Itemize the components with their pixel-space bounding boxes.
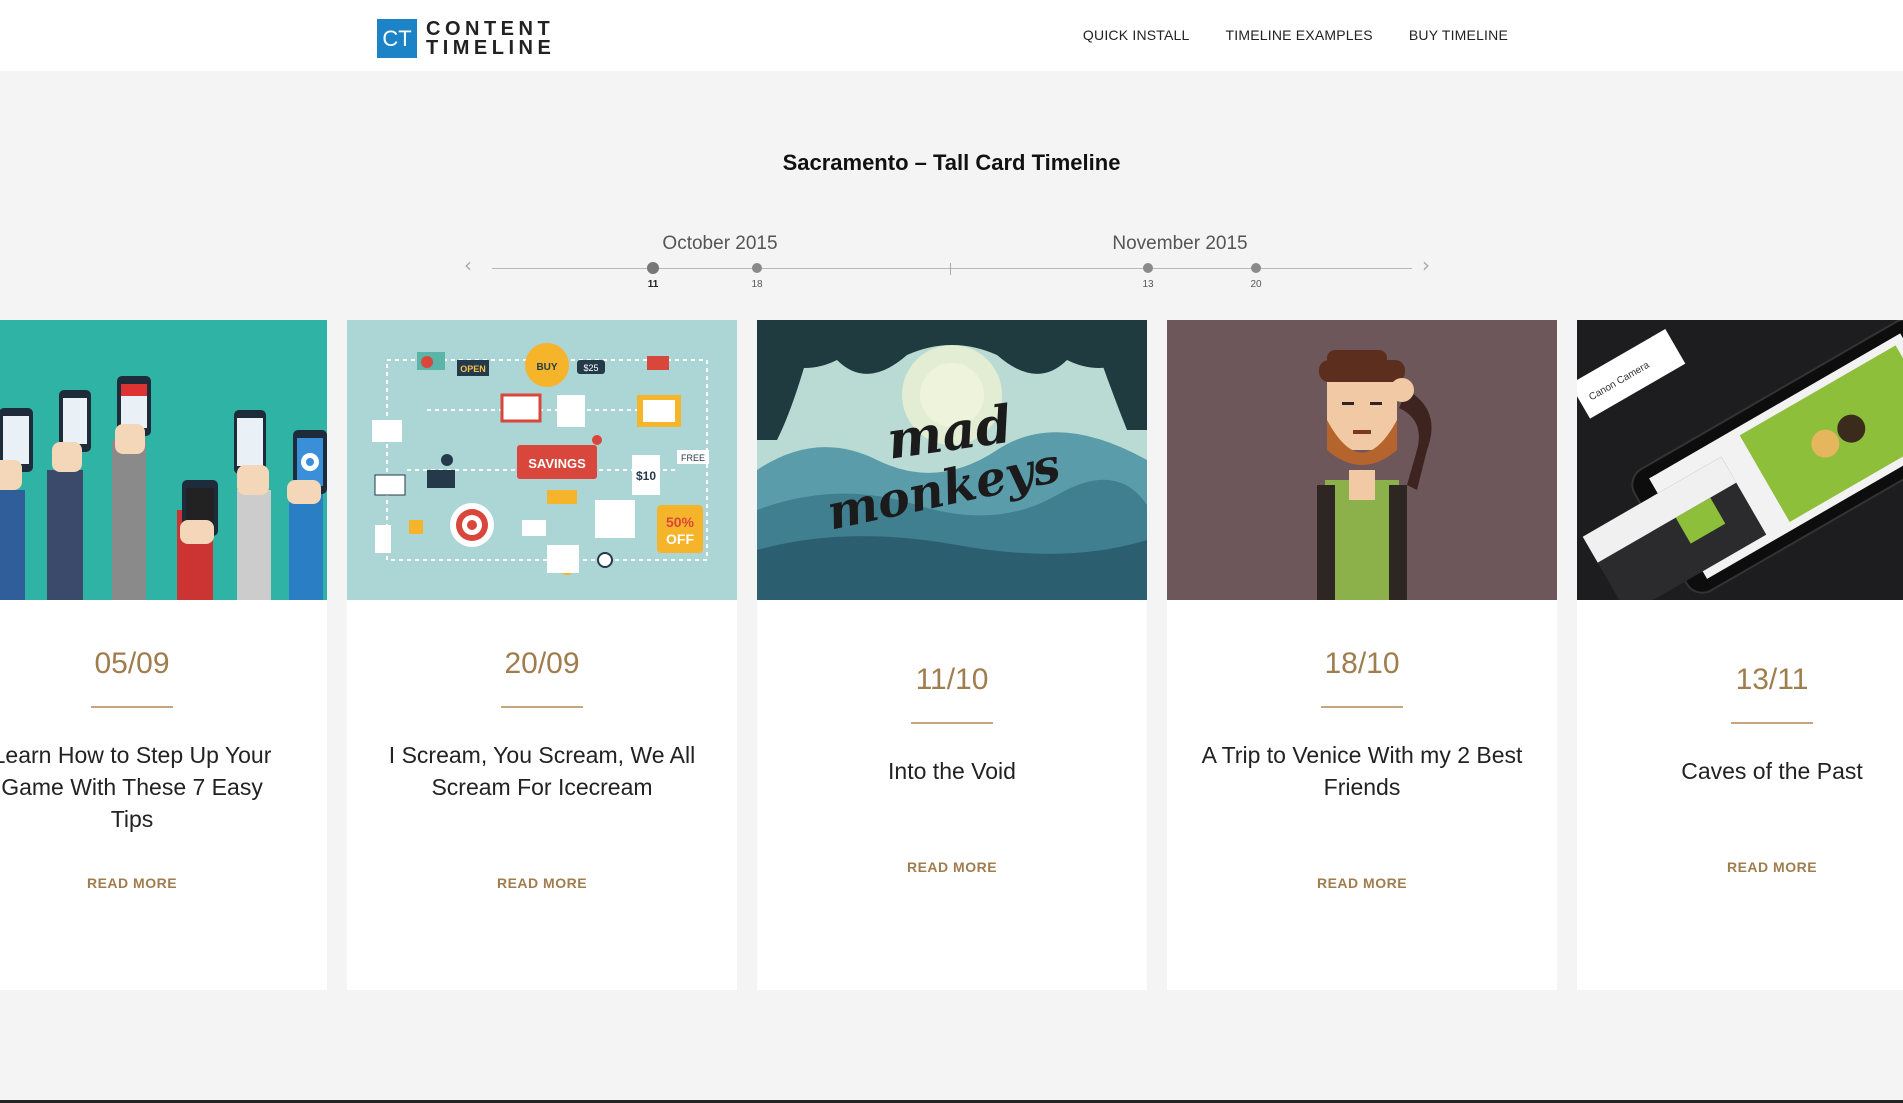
- card-carousel: 05/09 Learn How to Step Up Your Game Wit…: [0, 320, 1903, 990]
- timeline-day-label: 11: [647, 279, 659, 290]
- timeline-dot-oct-18[interactable]: [752, 263, 762, 273]
- page-title: Sacramento – Tall Card Timeline: [782, 150, 1121, 175]
- img-text-buy: BUY: [536, 362, 557, 373]
- logo-line-1: CONTENT: [426, 17, 555, 40]
- timeline-day-label: 18: [751, 279, 763, 290]
- card-divider: [757, 722, 1147, 724]
- timeline-card: Canon Camera 13/11 Caves of the Past REA…: [1577, 320, 1903, 990]
- nav-timeline-examples[interactable]: TIMELINE EXAMPLES: [1226, 27, 1373, 43]
- card-image-phone-mockup: Canon Camera: [1577, 320, 1903, 600]
- timeline-month-october: October 2015: [662, 233, 778, 254]
- shopping-infographic-illustration: OPEN BUY $25 SAVINGS FREE $10 50% OFF: [347, 320, 737, 600]
- card-image-hands-phones: [0, 320, 327, 600]
- card-image-mad-monkeys: mad monkeys: [757, 320, 1147, 600]
- card-image-bearded-man: [1167, 320, 1557, 600]
- card-divider: [347, 706, 737, 708]
- site-logo[interactable]: CT CONTENT TIMELINE: [377, 19, 555, 58]
- read-more-link[interactable]: READ MORE: [0, 875, 327, 891]
- card-title: Learn How to Step Up Your Game With Thes…: [0, 739, 327, 835]
- img-text-price: $25: [583, 363, 598, 373]
- logo-wordmark: CONTENT TIMELINE: [426, 17, 556, 59]
- card-date: 13/11: [1735, 663, 1809, 696]
- img-text-ten: $10: [636, 469, 656, 483]
- card-divider: [1577, 722, 1903, 724]
- card-divider: [1167, 706, 1557, 708]
- card-date: 05/09: [94, 647, 170, 680]
- timeline-card: OPEN BUY $25 SAVINGS FREE $10 50% OFF 20…: [347, 320, 737, 990]
- img-text-free: FREE: [681, 453, 705, 463]
- timeline-line: [492, 268, 1412, 269]
- logo-badge: CT: [377, 19, 417, 58]
- img-text-fifty: 50%: [666, 514, 695, 530]
- nav-quick-install[interactable]: QUICK INSTALL: [1083, 27, 1190, 43]
- timeline-day-label: 20: [1250, 279, 1262, 290]
- mad-monkeys-illustration: mad monkeys: [757, 320, 1147, 600]
- card-image-shopping-infographic: OPEN BUY $25 SAVINGS FREE $10 50% OFF: [347, 320, 737, 600]
- timeline-card: 05/09 Learn How to Step Up Your Game Wit…: [0, 320, 327, 990]
- timeline-dot-oct-11[interactable]: [647, 262, 659, 274]
- card-title: I Scream, You Scream, We All Scream For …: [388, 742, 696, 800]
- card-date: 20/09: [504, 647, 580, 680]
- timeline-prev-arrow-icon[interactable]: ‹: [464, 255, 478, 275]
- card-date: 11/10: [915, 663, 989, 696]
- nav-buy-timeline[interactable]: BUY TIMELINE: [1409, 27, 1508, 43]
- timeline-card: 18/10 A Trip to Venice With my 2 Best Fr…: [1167, 320, 1557, 990]
- phone-mockup-illustration: Canon Camera: [1577, 320, 1903, 600]
- timeline-month-separator: [950, 263, 951, 275]
- card-date: 18/10: [1324, 647, 1400, 680]
- main-nav: QUICK INSTALL TIMELINE EXAMPLES BUY TIME…: [1083, 27, 1508, 43]
- read-more-link[interactable]: READ MORE: [347, 875, 737, 891]
- timeline-day-label: 13: [1142, 279, 1154, 290]
- timeline-card: mad monkeys 11/10 Into the Void READ MOR…: [757, 320, 1147, 990]
- card-title: A Trip to Venice With my 2 Best Friends: [1201, 742, 1523, 800]
- timeline-nav: ‹ › October 2015 November 2015 11 18 13 …: [460, 228, 1440, 298]
- card-title: Into the Void: [888, 758, 1016, 784]
- logo-line-2: TIMELINE: [426, 36, 556, 59]
- site-header: CT CONTENT TIMELINE QUICK INSTALL TIMELI…: [0, 0, 1903, 71]
- card-divider: [0, 706, 327, 708]
- timeline-next-arrow-icon[interactable]: ›: [1422, 255, 1436, 275]
- card-title-text: Learn How to Step Up Your Game With Thes…: [0, 742, 272, 832]
- img-text-savings: SAVINGS: [528, 456, 586, 471]
- card-title: Caves of the Past: [1681, 758, 1863, 784]
- img-text-off: OFF: [666, 531, 694, 547]
- read-more-link[interactable]: READ MORE: [1167, 875, 1557, 891]
- read-more-link[interactable]: READ MORE: [757, 859, 1147, 875]
- bearded-man-illustration: [1167, 320, 1557, 600]
- img-text-open: OPEN: [460, 364, 486, 374]
- timeline-dot-nov-20[interactable]: [1251, 263, 1261, 273]
- hands-phones-illustration: [0, 320, 327, 600]
- timeline-dot-nov-13[interactable]: [1143, 263, 1153, 273]
- timeline-month-november: November 2015: [1112, 233, 1248, 254]
- read-more-link[interactable]: READ MORE: [1577, 859, 1903, 875]
